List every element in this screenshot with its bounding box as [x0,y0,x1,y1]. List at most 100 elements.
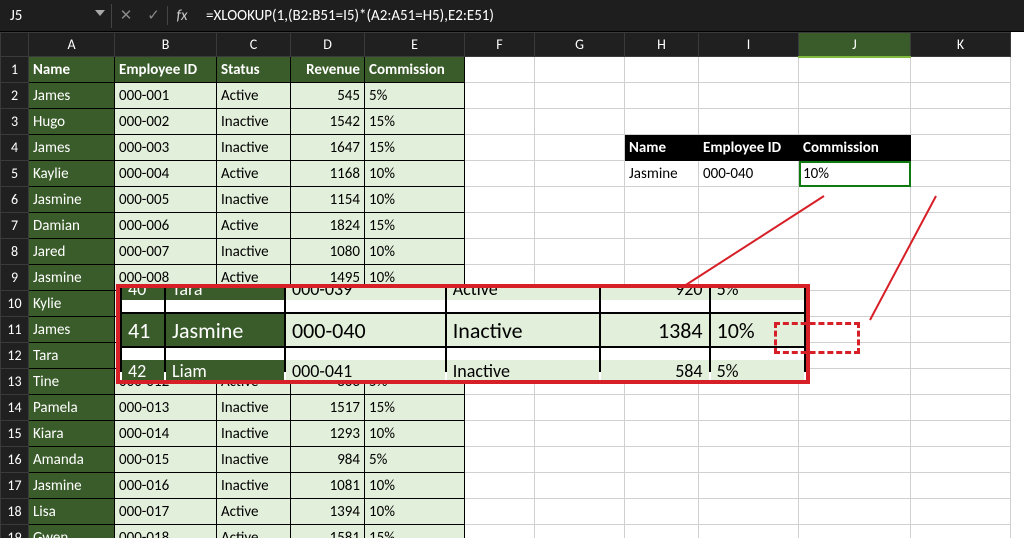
cell-comm[interactable]: 10% [365,499,465,525]
cell-blank[interactable] [625,109,699,135]
fx-icon[interactable]: fx [168,7,196,25]
cell-blank[interactable] [699,57,799,83]
cell-emp[interactable]: 000-001 [115,83,217,109]
cell-rev[interactable]: 1581 [291,525,365,538]
cell-blank[interactable] [911,395,1011,421]
row-header[interactable]: 16 [1,447,29,473]
cell-header-rev[interactable]: Revenue [291,57,365,83]
cell-status[interactable]: Active [217,213,291,239]
cell-header-name[interactable]: Name [29,57,115,83]
cell-header-emp[interactable]: Employee ID [115,57,217,83]
cell-blank[interactable] [535,161,625,187]
cell-rev[interactable]: 1154 [291,187,365,213]
cell-emp[interactable]: 000-017 [115,499,217,525]
cell-rev[interactable]: 545 [291,83,365,109]
cell-comm[interactable]: 10% [365,421,465,447]
cell-blank[interactable] [799,83,911,109]
cell-blank[interactable] [625,525,699,538]
row-header[interactable]: 19 [1,525,29,538]
cell-blank[interactable] [799,395,911,421]
cell-rev[interactable]: 1293 [291,421,365,447]
cell-blank[interactable] [625,447,699,473]
cell-name[interactable]: Tara [29,343,115,369]
cell-blank[interactable] [911,83,1011,109]
cell-status[interactable]: Active [217,525,291,538]
cell-blank[interactable] [699,499,799,525]
cell-rev[interactable]: 984 [291,447,365,473]
cell-name[interactable]: Jared [29,239,115,265]
row-header[interactable]: 2 [1,83,29,109]
cell-name[interactable]: Kiara [29,421,115,447]
cell-name[interactable]: James [29,83,115,109]
cell-blank[interactable] [911,473,1011,499]
cell-blank[interactable] [465,525,535,538]
cell-name[interactable]: Jasmine [29,473,115,499]
cell-blank[interactable] [625,187,699,213]
cell-blank[interactable] [911,57,1011,83]
col-header-I[interactable]: I [699,33,799,57]
cell-header-status[interactable]: Status [217,57,291,83]
cell-emp[interactable]: 000-003 [115,135,217,161]
cell-blank[interactable] [799,57,911,83]
cell-blank[interactable] [465,499,535,525]
row-header[interactable]: 11 [1,317,29,343]
cell-blank[interactable] [535,239,625,265]
cell-blank[interactable] [535,109,625,135]
cell-blank[interactable] [465,213,535,239]
cell-status[interactable]: Active [217,161,291,187]
col-header-H[interactable]: H [625,33,699,57]
cell-name[interactable]: Lisa [29,499,115,525]
row-header[interactable]: 3 [1,109,29,135]
cell-status[interactable]: Inactive [217,473,291,499]
cell-name[interactable]: Amanda [29,447,115,473]
cell-status[interactable]: Inactive [217,135,291,161]
cell-blank[interactable] [799,473,911,499]
row-header[interactable]: 17 [1,473,29,499]
cell-name[interactable]: Jasmine [29,187,115,213]
col-header-D[interactable]: D [291,33,365,57]
cell-blank[interactable] [465,421,535,447]
col-header-F[interactable]: F [465,33,535,57]
row-header[interactable]: 9 [1,265,29,291]
cell-comm[interactable]: 10% [365,187,465,213]
cell-name[interactable]: Pamela [29,395,115,421]
cell-rev[interactable]: 1394 [291,499,365,525]
cell-blank[interactable] [465,239,535,265]
name-box[interactable]: J5 [0,4,112,28]
cell-blank[interactable] [699,447,799,473]
cell-blank[interactable] [625,57,699,83]
cell-comm[interactable]: 5% [365,83,465,109]
cell-rev[interactable]: 1517 [291,395,365,421]
cell-blank[interactable] [911,421,1011,447]
row-header[interactable]: 10 [1,291,29,317]
cell-status[interactable]: Inactive [217,187,291,213]
cell-blank[interactable] [699,395,799,421]
cell-comm[interactable]: 15% [365,135,465,161]
cell-blank[interactable] [911,291,1011,317]
cell-blank[interactable] [535,187,625,213]
cell-blank[interactable] [625,473,699,499]
cell-blank[interactable] [799,213,911,239]
cell-blank[interactable] [911,161,1011,187]
row-header[interactable]: 13 [1,369,29,395]
row-header[interactable]: 4 [1,135,29,161]
cell-rev[interactable]: 1824 [291,213,365,239]
cell-rev[interactable]: 1647 [291,135,365,161]
cell-emp[interactable]: 000-016 [115,473,217,499]
cell-comm[interactable]: 5% [365,447,465,473]
cell-blank[interactable] [535,421,625,447]
cell-comm[interactable]: 15% [365,213,465,239]
cell-name[interactable]: Kaylie [29,161,115,187]
cell-name[interactable]: Hugo [29,109,115,135]
col-header-G[interactable]: G [535,33,625,57]
col-header-A[interactable]: A [29,33,115,57]
cell-blank[interactable] [535,135,625,161]
cell-blank[interactable] [699,83,799,109]
row-header[interactable]: 1 [1,57,29,83]
cell-blank[interactable] [535,213,625,239]
cell-blank[interactable] [799,187,911,213]
cell-blank[interactable] [911,213,1011,239]
cell-blank[interactable] [799,369,911,395]
cell-status[interactable]: Inactive [217,109,291,135]
cell-blank[interactable] [911,343,1011,369]
